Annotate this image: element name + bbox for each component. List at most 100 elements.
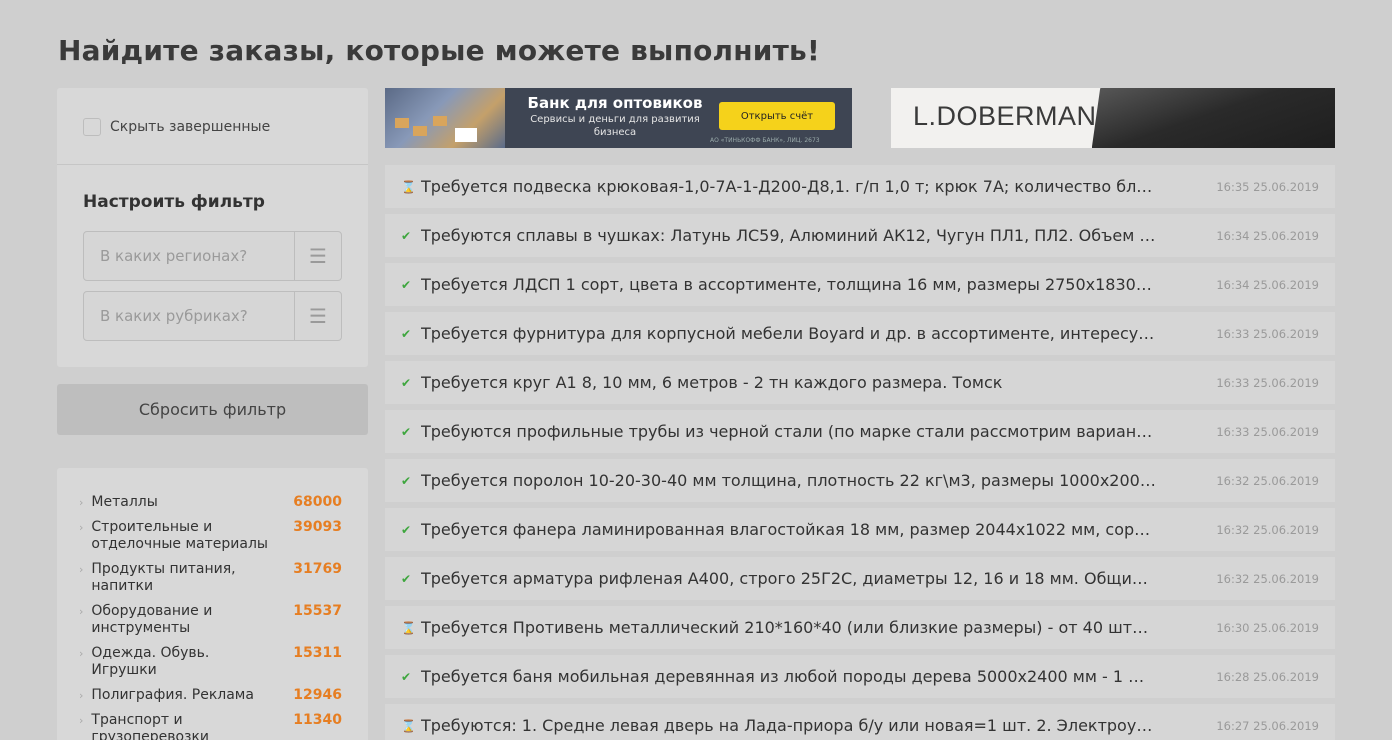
category-name-wrap: › Металлы	[79, 494, 269, 511]
order-text[interactable]: Требуются сплавы в чушках: Латунь ЛС59, …	[421, 226, 1156, 245]
sidebar: Скрыть завершенные Настроить фильтр В ка…	[57, 88, 368, 740]
rubric-select[interactable]: В каких рубриках? ☰	[83, 291, 342, 341]
category-count: 39093	[293, 519, 342, 535]
order-text[interactable]: Требуется подвеска крюковая-1,0-7А-1-Д20…	[421, 177, 1156, 196]
order-text[interactable]: Требуется фанера ламинированная влагосто…	[421, 520, 1156, 539]
filter-panel: Скрыть завершенные Настроить фильтр В ка…	[57, 88, 368, 367]
check-icon: ✔	[401, 473, 412, 488]
category-list: › Металлы 68000 › Строительные и отделочные …	[57, 468, 368, 740]
category-name: Оборудование и инструменты	[91, 603, 213, 636]
region-select[interactable]: В каких регионах? ☰	[83, 231, 342, 281]
check-icon: ✔	[401, 571, 412, 586]
order-row[interactable]: ✔ Требуется поролон 10-20-30-40 мм толщин…	[385, 459, 1335, 502]
order-time: 16:35 25.06.2019	[1216, 179, 1319, 194]
open-account-button[interactable]: Открыть счёт	[719, 102, 835, 130]
order-text[interactable]: Требуется поролон 10-20-30-40 мм толщина…	[421, 471, 1156, 490]
chevron-right-icon: ›	[79, 563, 84, 576]
order-time: 16:28 25.06.2019	[1216, 669, 1319, 684]
order-time: 16:27 25.06.2019	[1216, 718, 1319, 733]
order-row[interactable]: ✔ Требуются профильные трубы из черной ст…	[385, 410, 1335, 453]
check-icon: ✔	[401, 375, 412, 390]
chevron-right-icon: ›	[79, 605, 84, 618]
order-row[interactable]: ⌛ Требуется подвеска крюковая-1,0-7А-1-Д2…	[385, 165, 1335, 208]
chevron-right-icon: ›	[79, 521, 84, 534]
order-time: 16:33 25.06.2019	[1216, 375, 1319, 390]
region-menu-icon[interactable]: ☰	[294, 232, 341, 280]
warehouse-illustration	[385, 88, 505, 148]
order-text[interactable]: Требуются: 1. Средне левая дверь на Лада…	[421, 716, 1156, 735]
chevron-right-icon: ›	[79, 647, 84, 660]
order-row[interactable]: ✔ Требуется фурнитура для корпусной мебел…	[385, 312, 1335, 355]
bank-banner-subtitle: Сервисы и деньги для развития бизнеса	[530, 114, 700, 138]
order-time: 16:32 25.06.2019	[1216, 522, 1319, 537]
order-row[interactable]: ✔ Требуется арматура рифленая А400, строг…	[385, 557, 1335, 600]
category-count: 15311	[293, 645, 342, 661]
order-time: 16:34 25.06.2019	[1216, 277, 1319, 292]
category-item[interactable]: › Продукты питания, напитки 31769	[57, 561, 368, 595]
orders-list: ⌛ Требуется подвеска крюковая-1,0-7А-1-Д2…	[385, 165, 1335, 740]
order-text[interactable]: Требуется арматура рифленая А400, строго…	[421, 569, 1156, 588]
hide-completed-toggle[interactable]: Скрыть завершенные	[83, 118, 270, 136]
hide-completed-label: Скрыть завершенные	[110, 119, 271, 135]
category-name: Металлы	[91, 494, 158, 510]
page-title: Найдите заказы, которые можете выполнить…	[58, 34, 820, 67]
bank-banner-title: Банк для оптовиков	[527, 94, 703, 112]
chevron-right-icon: ›	[79, 496, 84, 509]
bank-banner-legal: АО «ТИНЬКОФФ БАНК», ЛИЦ. 2673	[710, 137, 820, 144]
chevron-right-icon: ›	[79, 689, 84, 702]
order-row[interactable]: ✔ Требуется ЛДСП 1 сорт, цвета в ассортим…	[385, 263, 1335, 306]
order-text[interactable]: Требуется ЛДСП 1 сорт, цвета в ассортиме…	[421, 275, 1156, 294]
hide-completed-checkbox[interactable]	[83, 118, 101, 136]
check-icon: ✔	[401, 424, 412, 439]
order-row[interactable]: ✔ Требуется баня мобильная деревянная из …	[385, 655, 1335, 698]
category-item[interactable]: › Одежда. Обувь. Игрушки 15311	[57, 645, 368, 679]
order-time: 16:30 25.06.2019	[1216, 620, 1319, 635]
category-item[interactable]: › Транспорт и грузоперевозки 11340	[57, 712, 368, 740]
hourglass-icon: ⌛	[401, 620, 416, 635]
order-row[interactable]: ⌛ Требуется Противень металлический 210*1…	[385, 606, 1335, 649]
order-text[interactable]: Требуется круг А1 8, 10 мм, 6 метров - 2…	[421, 373, 1156, 392]
doberman-banner[interactable]: L.DOBERMAN	[891, 88, 1335, 148]
category-item[interactable]: › Строительные и отделочные материалы 3909…	[57, 519, 368, 553]
category-count: 11340	[293, 712, 342, 728]
check-icon: ✔	[401, 669, 412, 684]
category-name-wrap: › Одежда. Обувь. Игрушки	[79, 645, 269, 679]
order-row[interactable]: ✔ Требуется круг А1 8, 10 мм, 6 метров - …	[385, 361, 1335, 404]
check-icon: ✔	[401, 326, 412, 341]
divider	[57, 164, 368, 165]
category-item[interactable]: › Полиграфия. Реклама 12946	[57, 687, 368, 704]
category-name-wrap: › Транспорт и грузоперевозки	[79, 712, 269, 740]
chevron-right-icon: ›	[79, 714, 84, 727]
rubric-placeholder: В каких рубриках?	[100, 307, 248, 325]
order-row[interactable]: ⌛ Требуются: 1. Средне левая дверь на Лад…	[385, 704, 1335, 740]
order-time: 16:32 25.06.2019	[1216, 473, 1319, 488]
hourglass-icon: ⌛	[401, 179, 416, 194]
order-time: 16:32 25.06.2019	[1216, 571, 1319, 586]
category-name: Транспорт и грузоперевозки	[91, 712, 210, 740]
check-icon: ✔	[401, 277, 412, 292]
order-row[interactable]: ✔ Требуются сплавы в чушках: Латунь ЛС59,…	[385, 214, 1335, 257]
reset-filter-button[interactable]: Сбросить фильтр	[57, 384, 368, 435]
order-text[interactable]: Требуется Противень металлический 210*16…	[421, 618, 1156, 637]
category-name-wrap: › Продукты питания, напитки	[79, 561, 269, 595]
category-name: Продукты питания, напитки	[91, 561, 236, 594]
category-name: Полиграфия. Реклама	[91, 687, 254, 703]
filter-heading: Настроить фильтр	[83, 192, 265, 212]
order-time: 16:33 25.06.2019	[1216, 424, 1319, 439]
order-text[interactable]: Требуются профильные трубы из черной ста…	[421, 422, 1156, 441]
order-text[interactable]: Требуется фурнитура для корпусной мебели…	[421, 324, 1156, 343]
bank-banner[interactable]: Банк для оптовиков Сервисы и деньги для …	[385, 88, 852, 148]
category-name-wrap: › Полиграфия. Реклама	[79, 687, 269, 704]
doberman-logo: L.DOBERMAN	[913, 101, 1097, 131]
wallet-image	[1090, 88, 1335, 148]
category-item[interactable]: › Оборудование и инструменты 15537	[57, 603, 368, 637]
order-row[interactable]: ✔ Требуется фанера ламинированная влагост…	[385, 508, 1335, 551]
order-text[interactable]: Требуется баня мобильная деревянная из л…	[421, 667, 1156, 686]
category-name-wrap: › Оборудование и инструменты	[79, 603, 269, 637]
category-count: 68000	[293, 494, 342, 510]
category-item[interactable]: › Металлы 68000	[57, 494, 368, 511]
rubric-menu-icon[interactable]: ☰	[294, 292, 341, 340]
check-icon: ✔	[401, 228, 412, 243]
region-placeholder: В каких регионах?	[100, 247, 248, 265]
category-name: Одежда. Обувь. Игрушки	[91, 645, 210, 678]
